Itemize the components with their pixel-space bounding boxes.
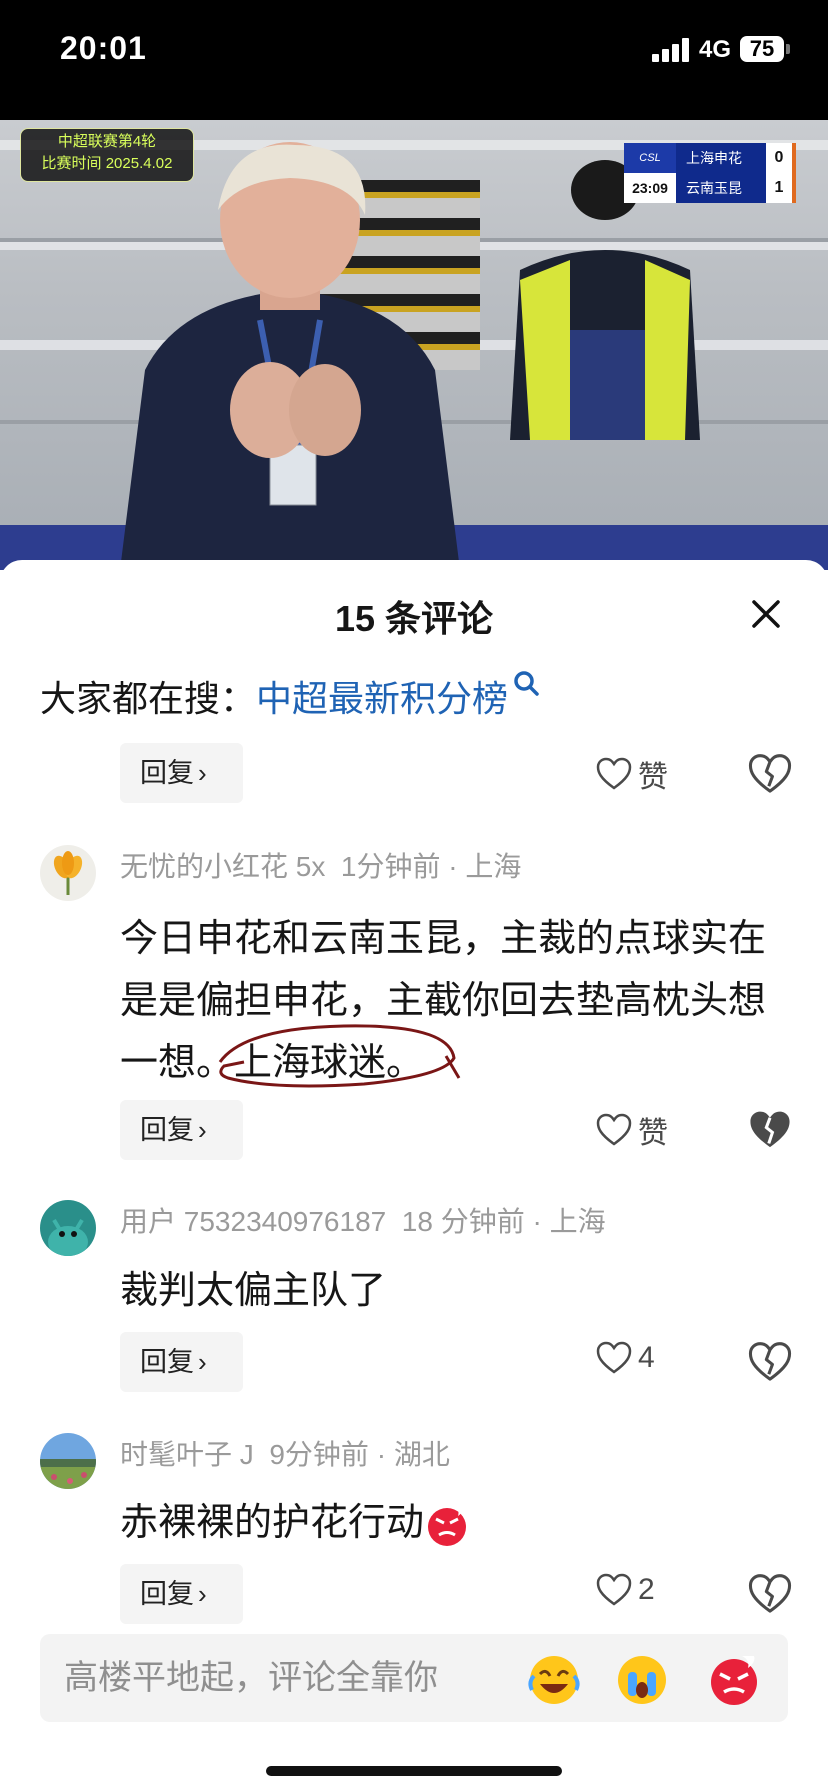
network-type: 4G — [699, 36, 732, 63]
close-icon[interactable] — [748, 596, 784, 632]
angry-emoji-icon[interactable] — [706, 1652, 762, 1708]
reply-button[interactable]: 回复 › — [120, 1564, 243, 1624]
comment-body: 赤裸裸的护花行动 — [120, 1502, 425, 1544]
reply-button[interactable]: 回复 › — [120, 1332, 243, 1392]
trending-search: 大家都在搜：中超最新积分榜 — [40, 670, 540, 722]
reply-label: 回复 — [140, 1579, 194, 1609]
like-button[interactable]: 赞 — [596, 1108, 668, 1152]
comment-text: 赤裸裸的护花行动 — [120, 1492, 780, 1554]
like-button[interactable]: 赞 — [596, 752, 668, 796]
reply-button[interactable]: 回复 › — [120, 1100, 243, 1160]
comment-time: 9分钟前 — [269, 1439, 369, 1470]
like-count: 赞 — [638, 1117, 668, 1150]
avatar[interactable] — [40, 1200, 96, 1256]
heart-icon — [596, 1573, 632, 1606]
reply-button[interactable]: 回复 › — [120, 743, 243, 803]
battery-level: 75 — [749, 36, 775, 61]
trending-search-link[interactable]: 中超最新积分榜 — [256, 678, 508, 719]
battery-icon: 75 — [740, 36, 790, 62]
avatar[interactable] — [40, 1433, 96, 1489]
hand-drawn-circle-annotation — [218, 1024, 461, 1088]
comment-location: 上海 — [465, 851, 522, 882]
broken-heart-icon[interactable] — [748, 1572, 792, 1616]
match-round: 中超联赛第4轮 — [57, 133, 157, 150]
comment-location: 上海 — [549, 1206, 606, 1237]
comment-location: 湖北 — [393, 1439, 450, 1470]
coach-figure — [120, 142, 460, 570]
like-button[interactable]: 2 — [596, 1572, 655, 1616]
username[interactable]: 时髦叶子 J — [120, 1439, 254, 1470]
username[interactable]: 用户 7532340976187 — [120, 1206, 386, 1237]
chevron-right-icon: › — [198, 1115, 207, 1145]
reply-label: 回复 — [140, 1115, 194, 1145]
home-indicator[interactable] — [266, 1766, 562, 1776]
comment-input[interactable]: 高楼平地起，评论全靠你 — [40, 1634, 788, 1722]
match-info-overlay: 中超联赛第4轮 比赛时间 2025.4.02 — [20, 128, 194, 182]
chevron-right-icon: › — [198, 1579, 207, 1609]
comment-time: 18 分钟前 — [401, 1206, 525, 1237]
heart-icon — [596, 757, 632, 790]
match-clock: 23:09 — [624, 173, 676, 203]
league-logo: CSL — [624, 143, 676, 173]
like-count: 赞 — [638, 761, 668, 794]
comment-sheet: 15 条评论 大家都在搜：中超最新积分榜 回复 › 赞 无忧的小红花 5x 1分钟… — [0, 560, 828, 1792]
scoreboard: CSL 23:09 上海申花 0 云南玉昆 1 — [624, 143, 796, 203]
comment-text: 今日申花和云南玉昆，主裁的点球实在是是偏担申花，主截你回去垫高枕头想一想。上海球… — [120, 908, 780, 1094]
crying-emoji-icon[interactable] — [614, 1652, 670, 1708]
heart-icon — [596, 1113, 632, 1146]
home-team: 上海申花 — [676, 143, 766, 173]
chevron-right-icon: › — [198, 1347, 207, 1377]
status-time: 20:01 — [60, 30, 147, 66]
comment-count-title: 15 条评论 — [334, 598, 494, 639]
comment-meta: 无忧的小红花 5x 1分钟前 · 上海 — [120, 851, 522, 882]
circled-text: 上海球迷。 — [218, 1024, 461, 1094]
match-date: 比赛时间 2025.4.02 — [41, 155, 173, 172]
trending-search-label: 大家都在搜： — [40, 678, 257, 719]
cellular-signal-icon — [652, 38, 692, 62]
broken-heart-icon[interactable] — [748, 752, 792, 796]
reply-label: 回复 — [140, 758, 194, 788]
heart-icon — [596, 1341, 632, 1374]
laughing-crying-emoji-icon[interactable] — [526, 1652, 582, 1708]
comment-input-placeholder[interactable]: 高楼平地起，评论全靠你 — [64, 1634, 438, 1722]
broken-heart-icon[interactable] — [748, 1108, 792, 1152]
status-bar: 20:01 4G 75 — [0, 0, 828, 120]
comment-text: 裁判太偏主队了 — [120, 1270, 387, 1312]
comment-meta: 时髦叶子 J 9分钟前 · 湖北 — [120, 1439, 450, 1470]
away-score: 1 — [766, 173, 792, 203]
like-button[interactable]: 4 — [596, 1340, 655, 1384]
username[interactable]: 无忧的小红花 5x — [120, 851, 325, 882]
away-team: 云南玉昆 — [676, 173, 766, 203]
search-icon[interactable] — [512, 670, 540, 700]
avatar[interactable] — [40, 845, 96, 901]
angry-emoji-icon — [428, 1505, 467, 1546]
like-count: 2 — [638, 1573, 655, 1607]
broken-heart-icon[interactable] — [748, 1340, 792, 1384]
chevron-right-icon: › — [198, 758, 207, 788]
comment-meta: 用户 7532340976187 18 分钟前 · 上海 — [120, 1206, 606, 1237]
like-count: 4 — [638, 1341, 655, 1375]
video-player[interactable]: 中超联赛第4轮 比赛时间 2025.4.02 CSL 23:09 上海申花 0 … — [0, 120, 828, 570]
comment-time: 1分钟前 — [340, 851, 441, 882]
reply-label: 回复 — [140, 1347, 194, 1377]
home-score: 0 — [766, 143, 792, 173]
